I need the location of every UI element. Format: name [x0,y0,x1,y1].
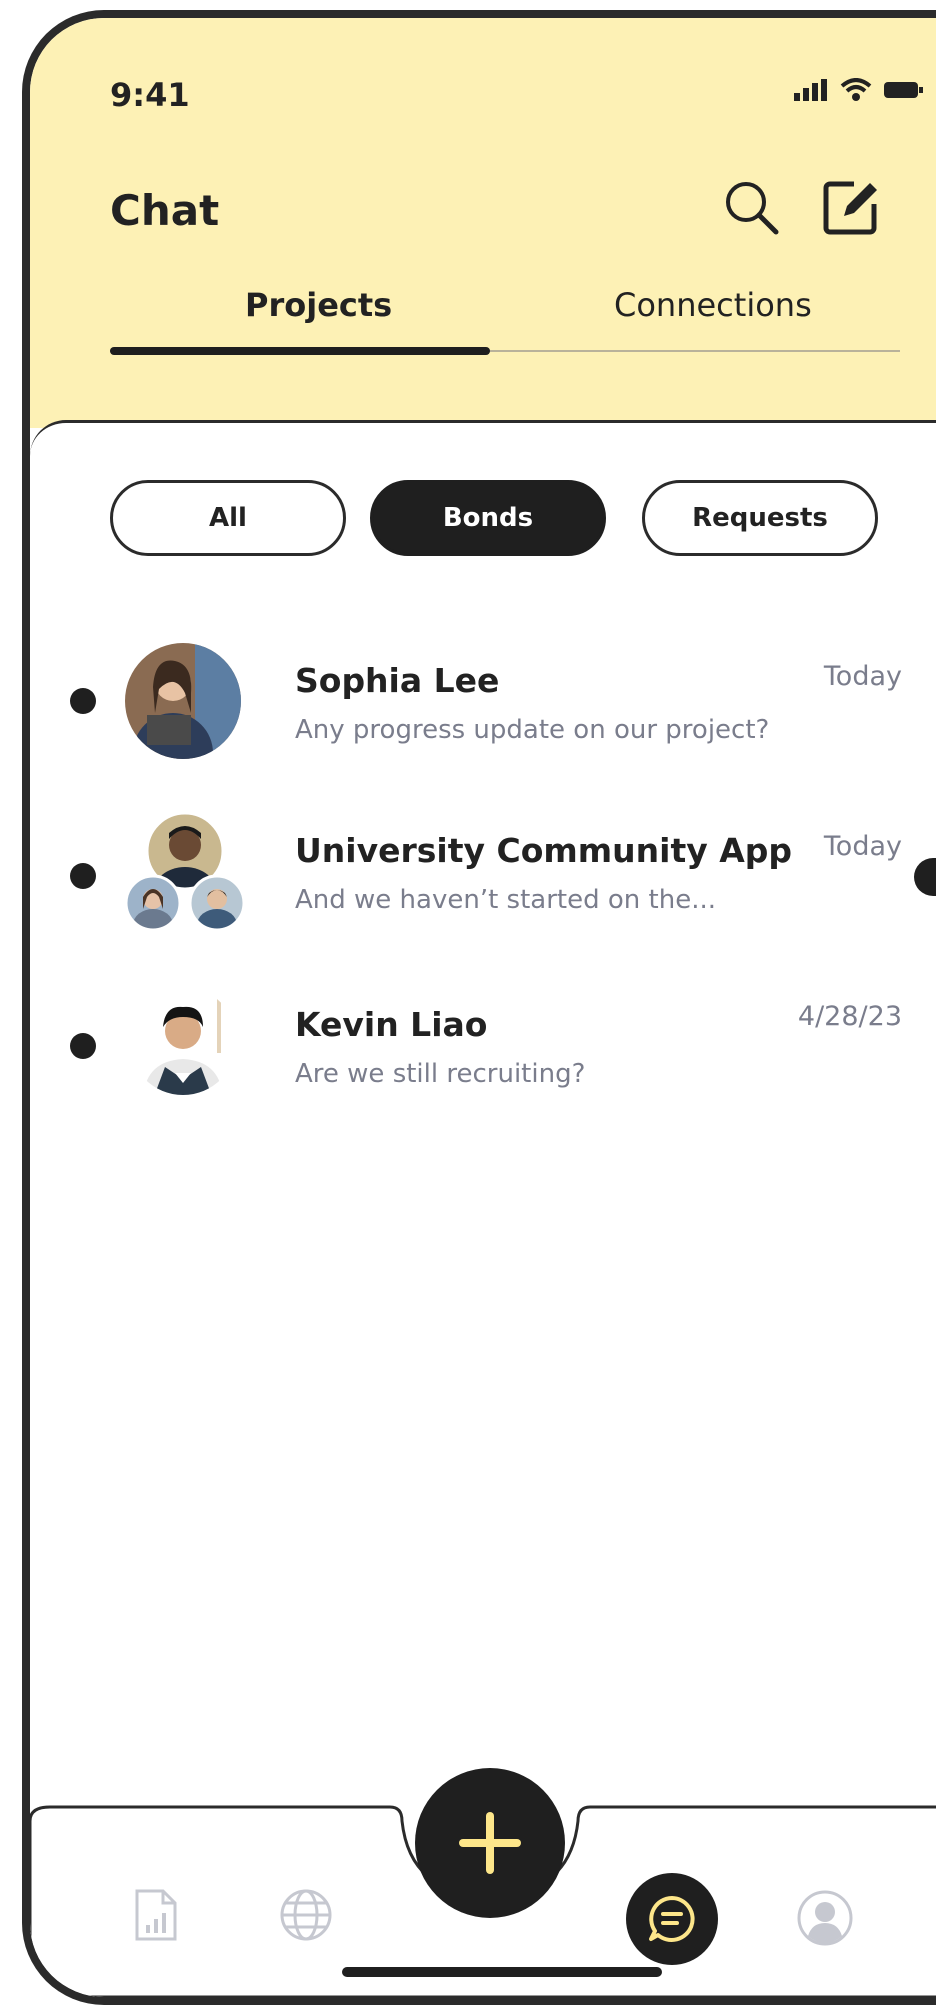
page-title: Chat [110,186,220,235]
conversation-row-kevin[interactable]: Kevin Liao Are we still recruiting? 4/28… [30,983,936,1123]
conversation-date: Today [823,831,902,862]
conversation-row-sophia[interactable]: Sophia Lee Any progress update on our pr… [30,643,936,783]
analytics-icon[interactable] [133,1887,179,1943]
conversation-name: Sophia Lee [295,661,500,700]
status-time: 9:41 [110,76,190,114]
conversation-preview: Any progress update on our project? [295,715,770,745]
unread-dot [70,1033,96,1059]
conversation-date: 4/28/23 [797,1001,902,1032]
conversation-name: Kevin Liao [295,1005,488,1044]
search-icon[interactable] [722,178,782,238]
conversation-date: Today [823,661,902,692]
conversation-preview: Are we still recruiting? [295,1059,586,1089]
wifi-icon [840,78,872,101]
status-icons [794,78,924,102]
scroll-indicator [914,858,936,896]
phone-frame: 9:41 Chat Projects Connections All Bonds… [22,10,936,2005]
conversation-preview: And we haven’t started on the... [295,885,716,915]
globe-icon[interactable] [278,1887,334,1943]
filter-all-chip[interactable]: All [110,480,346,556]
chat-nav-button[interactable] [626,1873,718,1965]
conversation-name: University Community App [295,831,793,870]
avatar-sophia [125,643,241,759]
chat-icon [649,1896,695,1942]
home-indicator [342,1967,662,1977]
filter-bonds-chip[interactable]: Bonds [370,480,606,556]
avatar-kevin [129,987,237,1095]
filter-requests-chip[interactable]: Requests [642,480,878,556]
tab-connections[interactable]: Connections [614,286,812,324]
new-chat-fab[interactable] [415,1768,565,1918]
conversation-row-university[interactable]: University Community App And we haven’t … [30,813,936,953]
tab-active-indicator [110,347,490,355]
plus-icon [459,1812,521,1874]
compose-icon[interactable] [820,176,882,238]
header: 9:41 Chat Projects Connections [30,18,936,428]
profile-icon[interactable] [796,1889,854,1947]
unread-dot [70,863,96,889]
unread-dot [70,688,96,714]
chat-list-panel: All Bonds Requests Sophia Lee Any progre… [30,420,936,1923]
tab-projects[interactable]: Projects [245,286,392,324]
battery-icon [884,82,923,98]
signal-icon [794,79,827,101]
avatar-group [125,813,245,932]
